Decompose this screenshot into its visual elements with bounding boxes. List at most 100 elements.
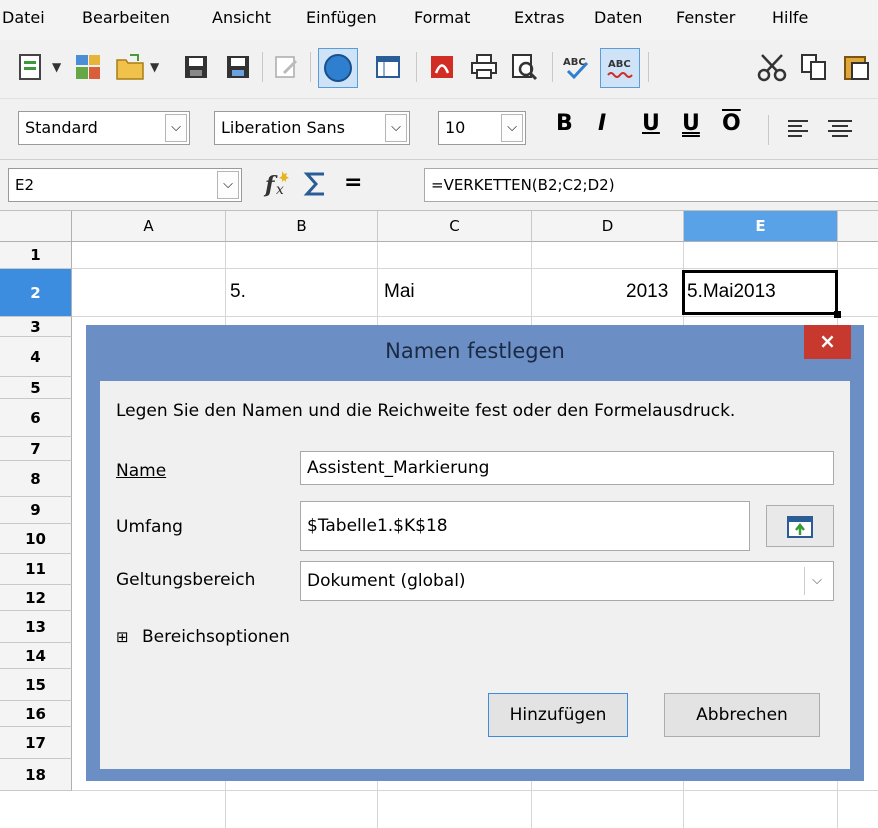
svg-text:x: x	[276, 182, 284, 198]
new-document-icon[interactable]	[14, 51, 46, 83]
range-options-toggle[interactable]: Bereichsoptionen	[142, 627, 290, 647]
align-left-icon[interactable]	[784, 113, 816, 145]
row-header-8[interactable]: 8	[0, 461, 72, 497]
column-header-f[interactable]	[838, 211, 878, 242]
column-header-c[interactable]: C	[378, 211, 532, 242]
active-cell-e2[interactable]: 5.Mai2013	[682, 270, 838, 315]
equals-button[interactable]: =	[344, 170, 362, 195]
export-pdf-icon[interactable]	[426, 51, 458, 83]
row-header-17[interactable]: 17	[0, 727, 72, 759]
row-header-13[interactable]: 13	[0, 611, 72, 643]
paragraph-style-value: Standard	[25, 118, 98, 137]
spellcheck-icon[interactable]: ABC	[560, 51, 592, 83]
define-names-dialog: Namen festlegen × Legen Sie den Namen un…	[86, 325, 864, 781]
cell-d2[interactable]: 2013	[626, 281, 668, 303]
overline-button[interactable]: O	[722, 111, 741, 136]
new-dropdown-arrow-icon[interactable]: ▼	[52, 60, 61, 74]
print-icon[interactable]	[468, 51, 500, 83]
name-box[interactable]: E2 ⌵	[8, 168, 242, 202]
chevron-down-icon[interactable]: ⌵	[217, 171, 239, 199]
grid-line	[72, 268, 878, 269]
double-underline-button[interactable]: U	[682, 111, 700, 136]
chevron-down-icon[interactable]: ⌵	[501, 114, 523, 142]
name-input-value: Assistent_Markierung	[307, 458, 490, 478]
function-wizard-icon[interactable]: fx	[262, 168, 294, 200]
paragraph-style-combo[interactable]: Standard ⌵	[18, 111, 190, 145]
bold-button[interactable]: B	[556, 111, 573, 136]
cell-c2[interactable]: Mai	[384, 281, 415, 303]
open-folder-icon[interactable]	[114, 51, 146, 83]
print-preview-icon[interactable]	[508, 51, 540, 83]
name-input[interactable]: Assistent_Markierung	[300, 451, 834, 485]
menu-ansicht[interactable]: Ansicht	[212, 8, 271, 27]
menu-einfuegen[interactable]: Einfügen	[306, 8, 377, 27]
draw-ellipse-icon[interactable]	[318, 48, 358, 88]
row-header-9[interactable]: 9	[0, 497, 72, 524]
paste-icon[interactable]	[840, 51, 872, 83]
align-center-icon[interactable]	[824, 113, 856, 145]
autospellcheck-icon[interactable]: ABC	[600, 48, 640, 88]
select-all-corner[interactable]	[0, 211, 72, 242]
row-header-16[interactable]: 16	[0, 701, 72, 727]
menu-daten[interactable]: Daten	[594, 8, 642, 27]
svg-text:ABC: ABC	[608, 59, 631, 70]
menu-datei[interactable]: Datei	[2, 8, 45, 27]
column-header-d[interactable]: D	[532, 211, 684, 242]
save-icon[interactable]	[180, 51, 212, 83]
shrink-range-button[interactable]	[766, 505, 834, 547]
scope-select[interactable]: Dokument (global) ⌵	[300, 561, 834, 601]
font-size-combo[interactable]: 10 ⌵	[438, 111, 526, 145]
copy-icon[interactable]	[798, 51, 830, 83]
scope-label: Geltungsbereich	[116, 570, 256, 590]
row-header-1[interactable]: 1	[0, 242, 72, 269]
name-box-value: E2	[15, 176, 35, 194]
font-name-value: Liberation Sans	[221, 118, 345, 137]
row-header-5[interactable]: 5	[0, 377, 72, 399]
save-as-icon[interactable]	[222, 51, 254, 83]
row-header-2[interactable]: 2	[0, 269, 72, 317]
italic-button[interactable]: I	[598, 111, 606, 136]
cell-b2[interactable]: 5.	[230, 281, 246, 303]
row-header-18[interactable]: 18	[0, 759, 72, 791]
formula-input[interactable]: =VERKETTEN(B2;C2;D2)	[424, 168, 878, 202]
chevron-down-icon[interactable]: ⌵	[385, 114, 407, 142]
templates-icon[interactable]	[72, 51, 104, 83]
menu-format[interactable]: Format	[414, 8, 470, 27]
menu-extras[interactable]: Extras	[514, 8, 565, 27]
chevron-down-icon[interactable]: ⌵	[804, 567, 829, 595]
formatting-toolbar: Standard ⌵ Liberation Sans ⌵ 10 ⌵ B I U …	[0, 99, 878, 160]
row-header-12[interactable]: 12	[0, 585, 72, 611]
toolbar-separator	[262, 52, 263, 82]
grid-line	[72, 316, 878, 317]
cut-icon[interactable]	[756, 51, 788, 83]
menu-fenster[interactable]: Fenster	[676, 8, 735, 27]
add-button[interactable]: Hinzufügen	[488, 693, 628, 737]
fill-handle[interactable]	[834, 311, 841, 318]
font-name-combo[interactable]: Liberation Sans ⌵	[214, 111, 410, 145]
column-header-e[interactable]: E	[684, 211, 838, 242]
range-input[interactable]: $Tabelle1.$K$18	[300, 501, 750, 551]
underline-button[interactable]: U	[642, 111, 660, 136]
row-header-7[interactable]: 7	[0, 437, 72, 461]
row-header-15[interactable]: 15	[0, 669, 72, 701]
column-header-b[interactable]: B	[226, 211, 378, 242]
row-header-10[interactable]: 10	[0, 524, 72, 554]
grid-line	[72, 790, 878, 791]
row-header-11[interactable]: 11	[0, 554, 72, 585]
row-header-6[interactable]: 6	[0, 399, 72, 437]
expand-icon[interactable]: ⊞	[116, 628, 129, 646]
menu-hilfe[interactable]: Hilfe	[772, 8, 808, 27]
open-dropdown-arrow-icon[interactable]: ▼	[150, 60, 159, 74]
row-header-4[interactable]: 4	[0, 337, 72, 377]
toolbar-separator	[648, 52, 649, 82]
row-header-14[interactable]: 14	[0, 643, 72, 669]
table-icon[interactable]	[372, 51, 404, 83]
close-button[interactable]: ×	[804, 325, 851, 359]
chevron-down-icon[interactable]: ⌵	[165, 114, 187, 142]
row-header-3[interactable]: 3	[0, 317, 72, 337]
edit-mode-icon[interactable]	[270, 51, 302, 83]
column-header-a[interactable]: A	[72, 211, 226, 242]
menu-bearbeiten[interactable]: Bearbeiten	[82, 8, 170, 27]
sum-icon[interactable]	[300, 168, 332, 200]
cancel-button[interactable]: Abbrechen	[664, 693, 820, 737]
